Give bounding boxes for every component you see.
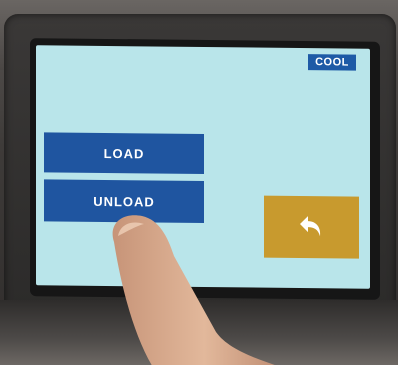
mode-badge: COOL [308,54,356,71]
device-photo: COOL LOAD UNLOAD [0,0,398,365]
back-arrow-icon [300,216,321,237]
load-button[interactable]: LOAD [44,132,204,175]
pointing-finger [112,215,275,365]
